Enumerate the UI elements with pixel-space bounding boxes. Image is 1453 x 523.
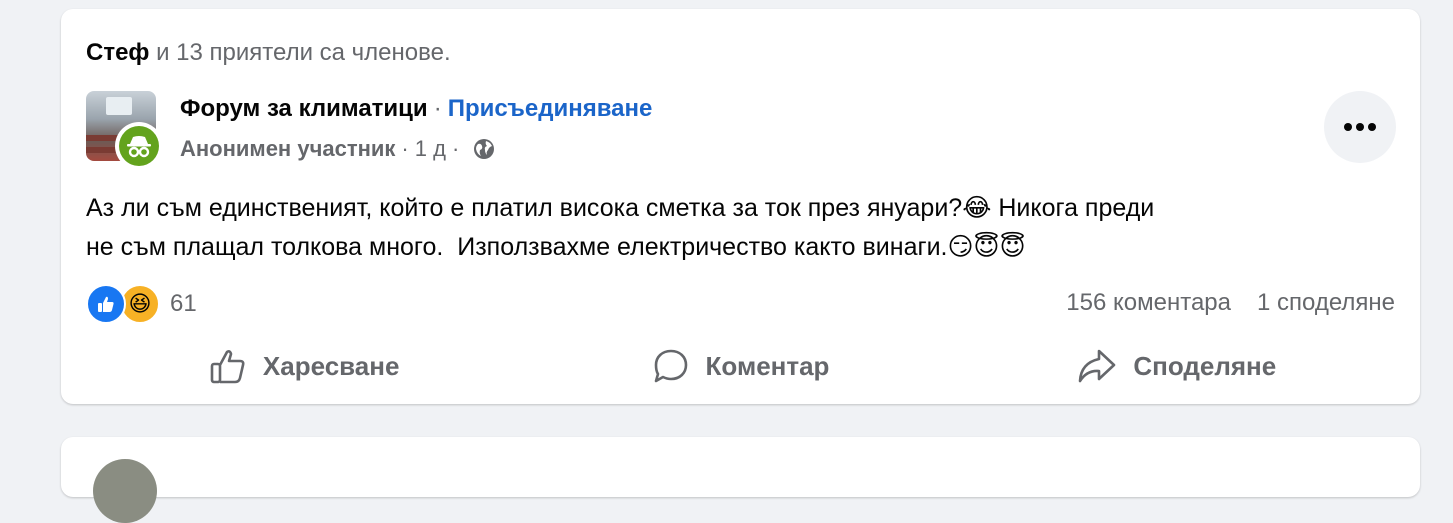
post-text-line: Аз ли съм единственият, който е платил в… <box>86 194 1155 222</box>
post-stats: 156 коментара 1 споделяне <box>1066 289 1395 317</box>
friends-context: Стеф и 13 приятели са членове. <box>86 39 451 67</box>
share-icon <box>1079 349 1116 383</box>
haha-icon: 😆 <box>120 284 160 324</box>
more-options-button[interactable] <box>1324 91 1396 163</box>
comment-label: Коментар <box>705 350 830 381</box>
shares-count[interactable]: 1 споделяне <box>1257 289 1395 316</box>
next-post-card <box>61 437 1420 523</box>
action-bar: Харесване Коментар Споделяне <box>86 342 1395 390</box>
like-label: Харесване <box>262 350 400 381</box>
incognito-icon <box>127 136 151 158</box>
group-header: Форум за климатици · Присъединяване <box>180 95 653 122</box>
avatar[interactable] <box>93 459 157 523</box>
author-name[interactable]: Анонимен участник <box>180 136 395 162</box>
ac-unit-image <box>106 97 132 115</box>
anonymous-avatar[interactable] <box>115 122 163 170</box>
friends-context-text: и 13 приятели са членове. <box>149 39 451 66</box>
globe-icon <box>473 138 495 160</box>
post-time[interactable]: 1 д <box>415 136 446 162</box>
share-label: Споделяне <box>1133 350 1277 381</box>
comments-count[interactable]: 156 коментара <box>1066 289 1231 316</box>
group-name[interactable]: Форум за климатици <box>180 95 428 122</box>
more-horizontal-icon <box>1344 123 1376 131</box>
post-text: Аз ли съм единственият, който е платил в… <box>86 189 1376 267</box>
reaction-count: 61 <box>170 290 197 317</box>
post-card: Стеф и 13 приятели са членове. Форум за … <box>61 9 1420 404</box>
reactions-summary[interactable]: 😆 61 <box>86 284 197 324</box>
post-text-line: не съм плащал толкова много. Използвахме… <box>86 233 1026 261</box>
like-button[interactable]: Харесване <box>86 342 522 390</box>
like-icon <box>86 284 126 324</box>
share-button[interactable]: Споделяне <box>959 342 1395 390</box>
thumbs-up-icon <box>210 350 245 384</box>
comment-button[interactable]: Коментар <box>522 342 958 390</box>
friend-name[interactable]: Стеф <box>86 39 149 66</box>
post-meta: Анонимен участник · 1 д · <box>180 136 495 162</box>
comment-icon <box>654 349 687 383</box>
join-group-link[interactable]: Присъединяване <box>448 95 653 122</box>
